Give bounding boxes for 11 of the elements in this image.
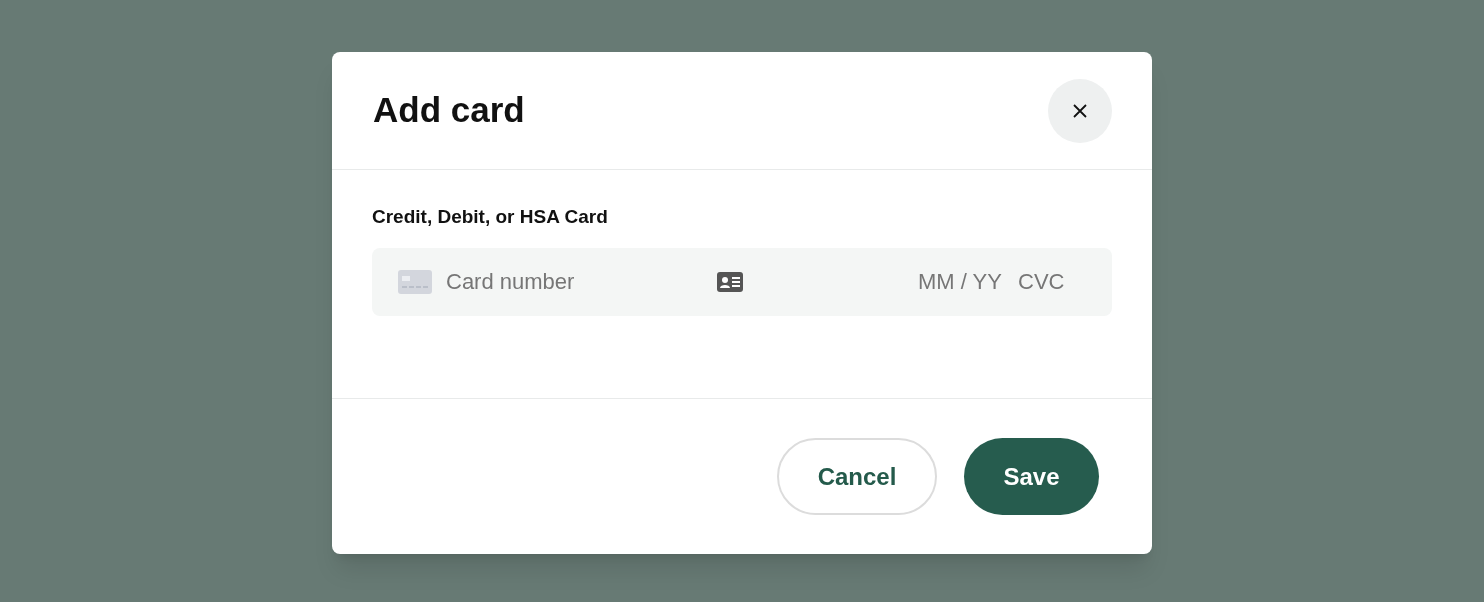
cvc-input[interactable]: CVC (1018, 265, 1072, 298)
close-icon (1073, 103, 1087, 118)
credit-card-icon (398, 269, 432, 294)
card-number-input[interactable]: Card number (446, 265, 696, 298)
field-label: Credit, Debit, or HSA Card (372, 205, 609, 229)
expiry-input[interactable]: MM / YY (918, 265, 1018, 298)
card-field[interactable]: Card number MM / YY CVC (372, 247, 1112, 316)
dialog-title: Add card (373, 89, 525, 132)
save-button[interactable]: Save (964, 438, 1099, 515)
id-card-icon (717, 271, 743, 292)
cancel-button[interactable]: Cancel (777, 438, 937, 515)
